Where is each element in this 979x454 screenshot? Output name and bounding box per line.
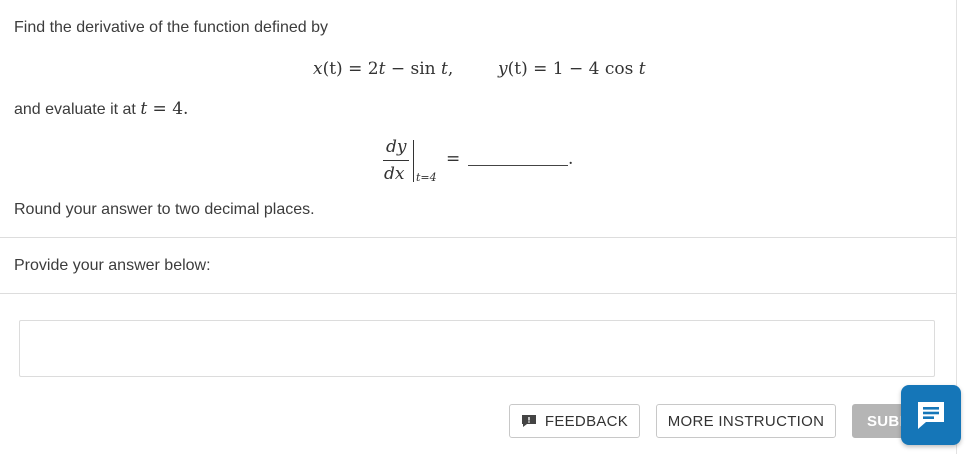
divider [0,237,956,238]
derivative-denominator: dx [384,164,405,184]
more-instruction-button[interactable]: MORE INSTRUCTION [656,404,836,438]
answer-prompt: Provide your answer below: [14,257,211,274]
answer-input[interactable] [19,320,935,377]
answer-blank [468,165,568,166]
evaluate-instruction: and evaluate it at t = 4. [14,99,189,119]
x-equation: x(t) = 2t − sin t, [313,59,454,79]
equals-sign: = [446,149,461,169]
rounding-instruction: Round your answer to two decimal places. [14,201,315,218]
chat-button[interactable] [901,385,961,445]
question-intro: Find the derivative of the function defi… [14,19,328,36]
divider [0,293,956,294]
blank-period: . [568,149,574,169]
evaluation-bar [413,140,414,182]
fraction-bar [383,160,409,161]
chat-icon [918,402,944,429]
feedback-button[interactable]: FEEDBACK [509,404,640,438]
evaluation-point: t=4 [416,171,437,184]
more-instruction-label: MORE INSTRUCTION [667,412,825,430]
derivative-numerator: dy [386,137,407,157]
feedback-icon [521,415,536,427]
feedback-label: FEEDBACK [544,412,629,430]
y-equation: y(t) = 1 − 4 cos t [498,59,646,79]
question-panel: Find the derivative of the function defi… [0,0,957,454]
